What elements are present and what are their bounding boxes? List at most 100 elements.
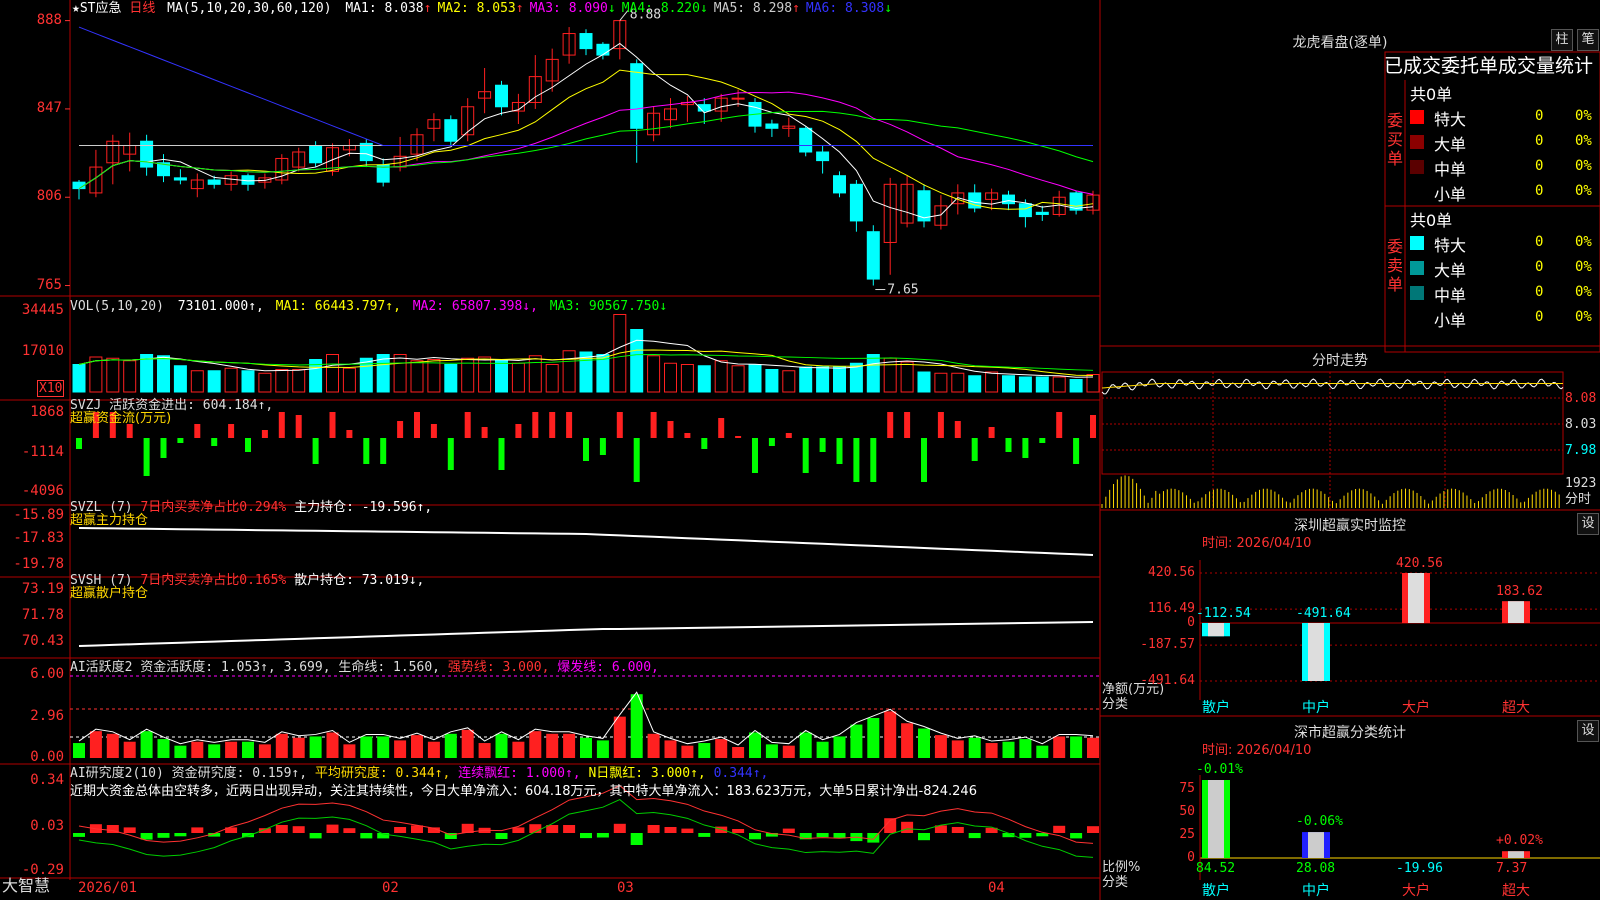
svzj-bar: [414, 412, 420, 438]
svsh-sub: 超赢散户持仓: [70, 586, 149, 601]
svzj-axis-1: 1868: [30, 404, 64, 420]
ai2-bar: [123, 827, 136, 833]
ma-value-2: MA2: 8.053: [437, 1, 516, 16]
ai1-bar: [123, 741, 136, 758]
ai2-bar: [596, 833, 609, 838]
svzj-bar: [735, 436, 742, 438]
svzj-bar: [447, 438, 454, 470]
buy-row-pct-3: 0%: [1575, 158, 1592, 174]
monitor-cat-3: 大户: [1402, 700, 1430, 716]
ai2-last: 0.344↑,: [713, 766, 769, 781]
ai2-bar: [563, 825, 576, 833]
volume-bar: [714, 360, 728, 393]
ai1-bar: [732, 747, 745, 758]
sell-row-name-3: 中单: [1434, 286, 1467, 305]
ai2-label: AI研究度2(10) 资金研究度: 0.159↑,: [70, 766, 308, 781]
ai1-bar: [411, 735, 423, 758]
ai1-bar: [596, 740, 609, 758]
monitor-settings-button[interactable]: 设: [1577, 513, 1599, 535]
buy-row-name-1: 特大: [1434, 110, 1467, 129]
ai1-bar: [715, 739, 728, 758]
candle: [579, 33, 593, 50]
candle: [1002, 194, 1015, 205]
ai2-bar: [1019, 833, 1032, 838]
volume-bar: [799, 366, 813, 393]
ai2-red: 连续飘红: 1.000↑,: [458, 766, 581, 781]
svzl-axis-1: -15.89: [13, 507, 64, 523]
tick-mode-button[interactable]: 笔: [1577, 29, 1599, 51]
ai1-bar: [377, 736, 390, 758]
svzj-bar: [532, 412, 539, 438]
classify-cat-3: 大户: [1402, 883, 1430, 899]
chart-canvas[interactable]: 8.887.65: [0, 0, 1600, 900]
intraday-title: 分时走势: [1312, 353, 1368, 369]
ai2-bar: [664, 827, 677, 833]
ai1-bar: [140, 731, 153, 758]
period-label[interactable]: 日线: [129, 1, 155, 16]
svzl-axis-3: -19.78: [13, 556, 64, 572]
svsh-holding: 散户持仓: 73.019↓,: [294, 573, 425, 588]
svzl-ratio: 7日内买卖净占比0.294%: [140, 500, 287, 515]
sell-row-pct-1: 0%: [1575, 234, 1592, 250]
monitor-bar-core-4: [1508, 601, 1524, 623]
svzj-bar: [515, 424, 522, 438]
monitor-value-4: 183.62: [1496, 584, 1543, 600]
price-axis-label-2: 847: [36, 99, 62, 116]
ai1-bar: [495, 733, 508, 758]
svsh-line: [78, 621, 1094, 647]
volume-bar: [833, 366, 846, 393]
monitor-cat-2: 中户: [1302, 700, 1330, 716]
svzl-line: [78, 527, 1094, 556]
ai1-strong: 强势线: 3.000,: [447, 660, 550, 675]
svzj-bar: [1090, 415, 1096, 438]
intraday-axis-3: 7.98: [1565, 443, 1597, 458]
volume-bar: [630, 329, 644, 393]
ai1-bar: [225, 741, 238, 758]
svzj-bar: [278, 412, 285, 438]
volume-bar: [1035, 376, 1049, 393]
monitor-axis-1: 420.56: [1148, 565, 1195, 580]
volume-bar: [664, 362, 677, 393]
sell-row-pct-3: 0%: [1575, 284, 1592, 300]
svzj-bar: [870, 438, 877, 482]
volume-bar: [89, 356, 103, 393]
svzj-bar: [430, 424, 437, 438]
bar-mode-button[interactable]: 柱: [1551, 29, 1573, 51]
price-header: ★ST应急 日线 MA(5,10,20,30,60,120) MA1: 8.03…: [72, 1, 892, 17]
buy-row-count-3: 0: [1535, 158, 1544, 174]
vol-ma2: MA2: 65807.398↓,: [412, 299, 538, 314]
stats-title: 已成交委托单成交量统计: [1384, 55, 1594, 77]
ai2-bar: [816, 833, 829, 838]
sell-swatch-4: [1410, 311, 1424, 325]
svzj-bar: [802, 438, 809, 473]
ai1-bar: [512, 741, 525, 758]
ai2-bar: [174, 833, 187, 837]
brand-logo: 大智慧: [2, 876, 51, 895]
volume-bar: [157, 355, 170, 393]
volume-bar: [207, 370, 221, 393]
candle: [173, 177, 187, 181]
buy-row-name-3: 中单: [1434, 160, 1467, 179]
ai1-bar: [73, 743, 85, 758]
ai1-bar: [191, 741, 204, 758]
svzj-bar: [380, 438, 387, 464]
volume-bar: [444, 364, 458, 393]
svzj-bar: [616, 412, 623, 438]
classify-xlabel: 分类: [1102, 875, 1129, 890]
candle: [444, 119, 458, 142]
volume-bar: [511, 362, 525, 393]
sell-row-pct-4: 0%: [1575, 309, 1592, 325]
svzj-bar: [752, 438, 758, 473]
classify-pct-2: -0.06%: [1296, 814, 1343, 830]
svzj-bar: [921, 438, 927, 482]
ma-value-6: MA6: 8.308: [805, 1, 885, 16]
monitor-value-3: 420.56: [1396, 556, 1443, 571]
svzj-bar: [684, 433, 691, 438]
ai1-bar: [985, 743, 998, 758]
svzj-sub: 超赢资金流(万元): [70, 411, 172, 426]
classify-settings-button[interactable]: 设: [1577, 720, 1599, 742]
volume-bar: [478, 356, 492, 393]
svzj-bar: [1039, 438, 1046, 443]
classify-cat-1: 散户: [1202, 883, 1230, 899]
svsh-axis-2: 71.78: [21, 607, 64, 623]
